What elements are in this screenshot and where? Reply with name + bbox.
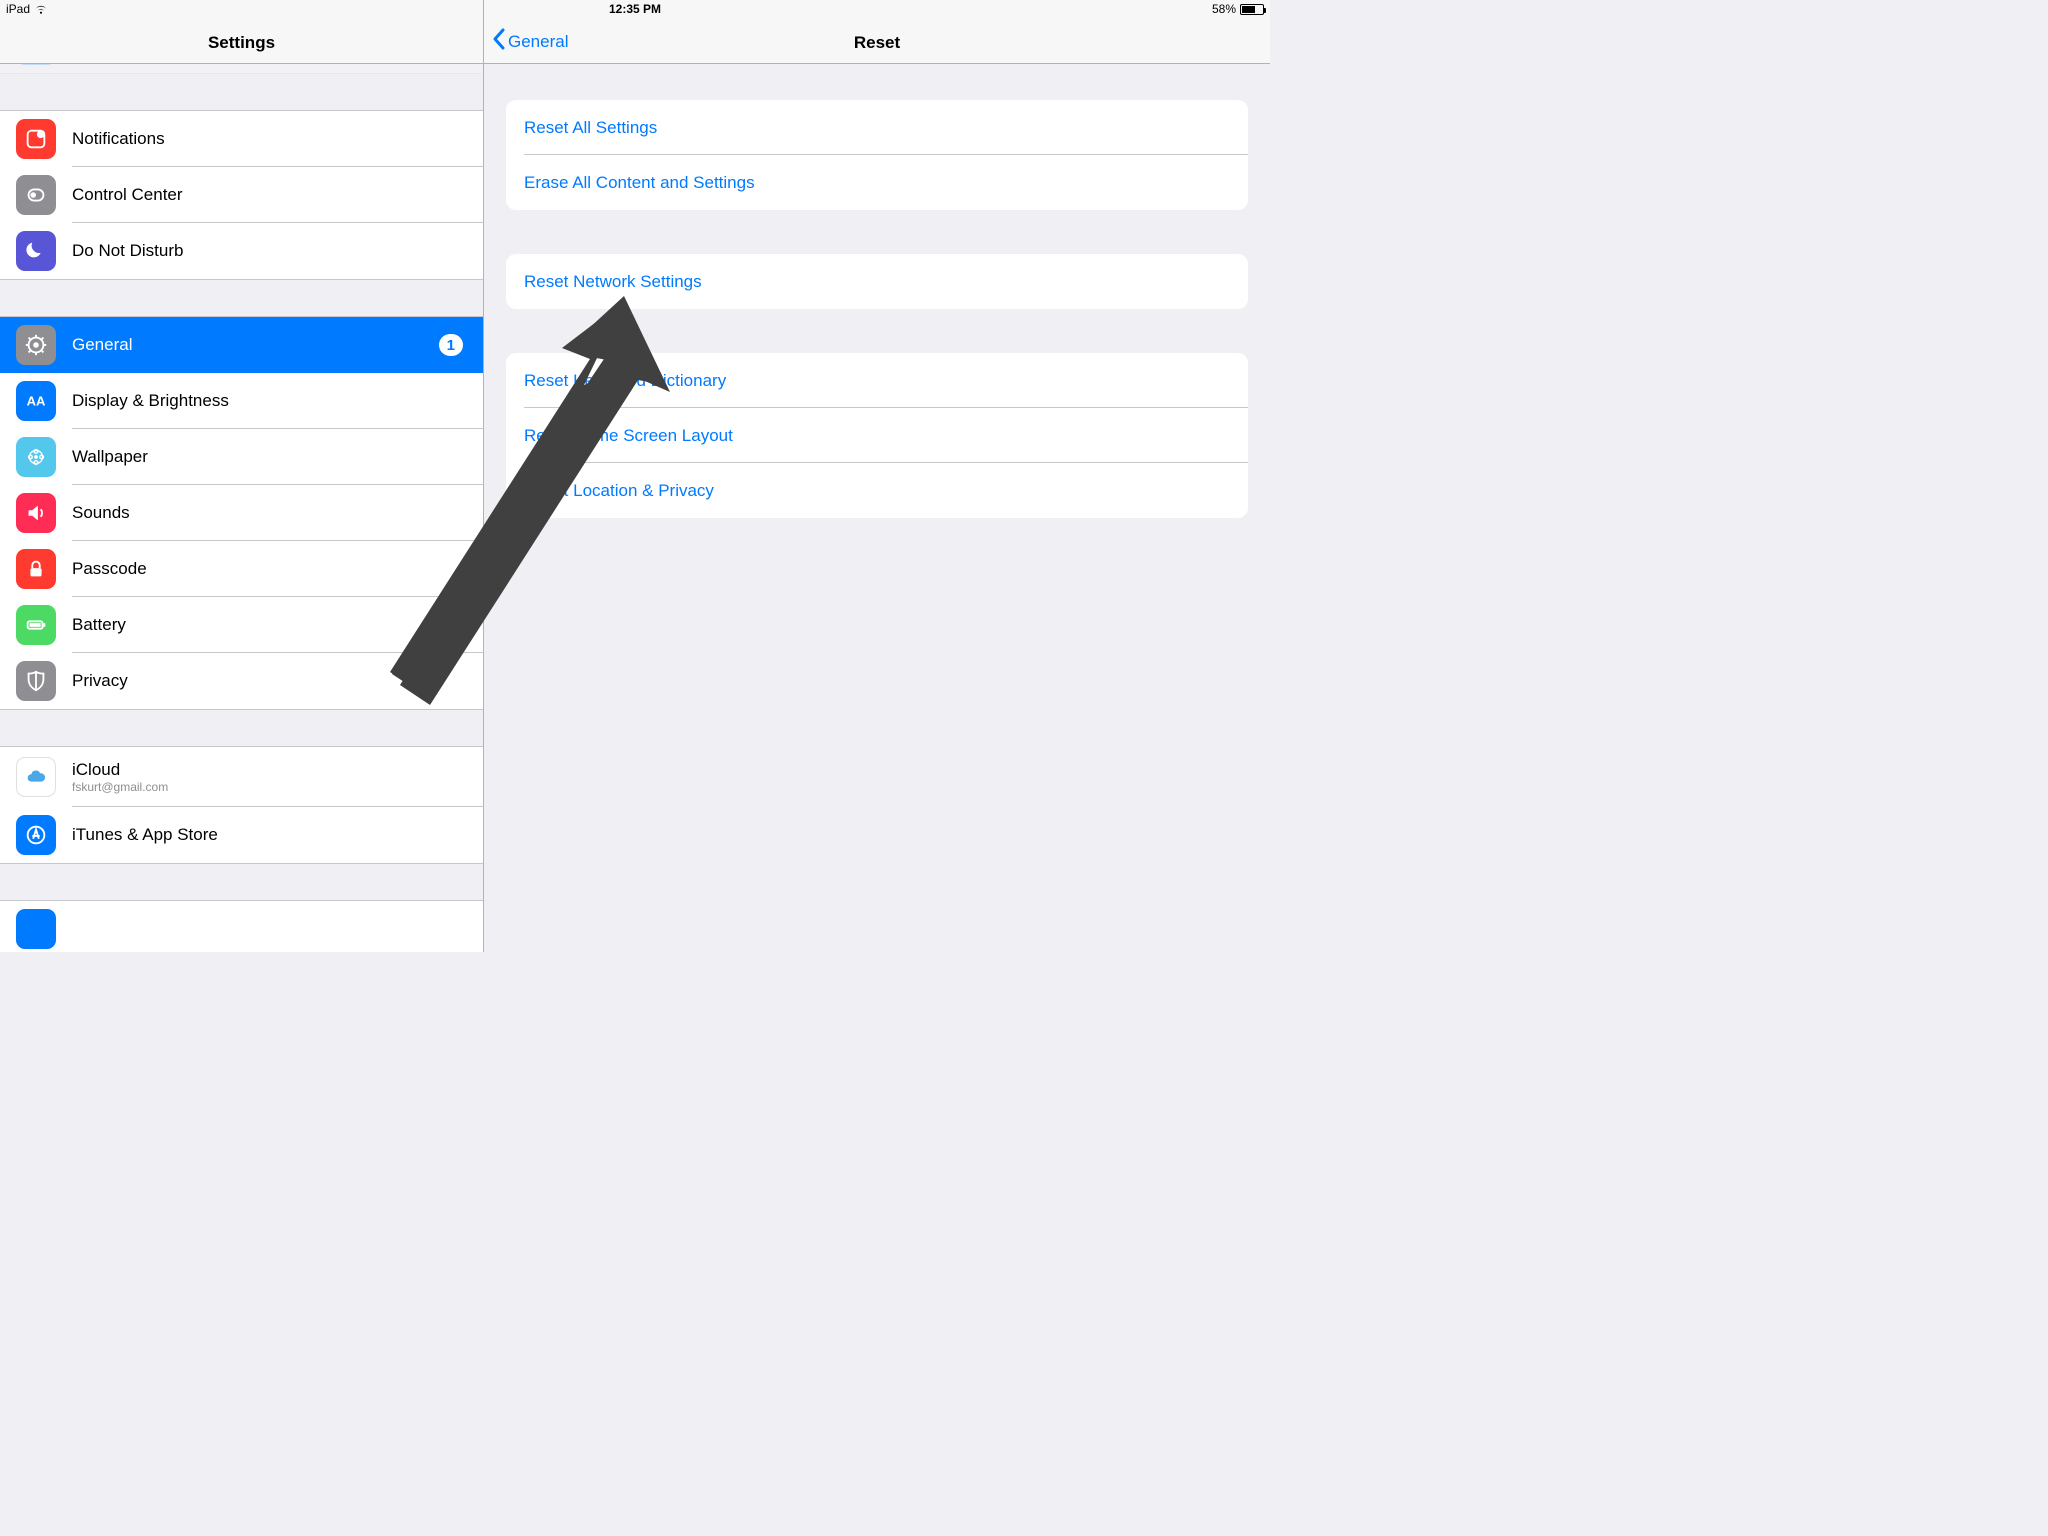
reset-home-row[interactable]: Reset Home Screen Layout (506, 408, 1248, 463)
svg-text:AA: AA (27, 394, 46, 409)
sidebar-item-label: iTunes & App Store (72, 825, 483, 845)
detail-pane: General Reset Reset All Settings Erase A… (484, 0, 1270, 952)
back-label: General (508, 32, 568, 52)
chevron-left-icon (492, 28, 506, 55)
sidebar-item-icloud[interactable]: iCloud fskurt@gmail.com (0, 747, 483, 807)
sidebar-item-label: Notifications (72, 129, 483, 149)
sidebar-item-notifications[interactable]: Notifications (0, 111, 483, 167)
screen: iPad 12:35 PM 58% Wi-Fi superhero (0, 0, 1270, 952)
panel-row-label: Reset Keyboard Dictionary (524, 371, 726, 391)
lock-icon (16, 549, 56, 589)
sidebar-item-label: Control Center (72, 185, 483, 205)
sidebar-item-label: Privacy (72, 671, 483, 691)
battery-icon (1240, 4, 1264, 15)
sidebar-item-privacy[interactable]: Privacy (0, 653, 483, 709)
sidebar-item-sounds[interactable]: Sounds (0, 485, 483, 541)
settings-sidebar: Wi-Fi superhero Bluetooth Off Noti (0, 0, 484, 952)
battery-icon (16, 605, 56, 645)
reset-keyboard-row[interactable]: Reset Keyboard Dictionary (506, 353, 1248, 408)
status-bar: iPad 12:35 PM 58% (0, 0, 1270, 20)
sidebar-item-label: General (72, 335, 439, 355)
sidebar-item-wallpaper[interactable]: Wallpaper (0, 429, 483, 485)
panel-row-label: Reset Network Settings (524, 272, 702, 292)
reset-group-2: Reset Network Settings (506, 254, 1248, 309)
reset-location-row[interactable]: Reset Location & Privacy (506, 463, 1248, 518)
panel-row-label: Erase All Content and Settings (524, 173, 755, 193)
sidebar-item-dnd[interactable]: Do Not Disturb (0, 223, 483, 279)
reset-group-1: Reset All Settings Erase All Content and… (506, 100, 1248, 210)
sidebar-item-battery[interactable]: Battery (0, 597, 483, 653)
dnd-icon (16, 231, 56, 271)
gear-icon (16, 325, 56, 365)
panel-row-label: Reset All Settings (524, 118, 657, 138)
sidebar-item-label: Sounds (72, 503, 483, 523)
sidebar-item-label: Display & Brightness (72, 391, 483, 411)
status-right: 58% (1212, 2, 1264, 16)
sidebar-item-subtitle: fskurt@gmail.com (72, 780, 168, 794)
wallpaper-icon (16, 437, 56, 477)
privacy-icon (16, 661, 56, 701)
reset-all-settings-row[interactable]: Reset All Settings (506, 100, 1248, 155)
display-icon: AA (16, 381, 56, 421)
detail-title: Reset (854, 33, 900, 53)
icloud-icon (16, 757, 56, 797)
sounds-icon (16, 493, 56, 533)
sidebar-item-label: Do Not Disturb (72, 241, 483, 261)
sidebar-item-label: Battery (72, 615, 483, 635)
wifi-icon (34, 4, 48, 14)
sidebar-item-label: iCloud (72, 760, 168, 780)
sidebar-item-display[interactable]: AA Display & Brightness (0, 373, 483, 429)
sidebar-group-2: General 1 AA Display & Brightness Wallpa… (0, 316, 483, 710)
status-time: 12:35 PM (609, 2, 661, 16)
reset-group-3: Reset Keyboard Dictionary Reset Home Scr… (506, 353, 1248, 518)
unknown-icon (16, 909, 56, 949)
badge: 1 (439, 334, 463, 356)
control-center-icon (16, 175, 56, 215)
appstore-icon (16, 815, 56, 855)
sidebar-item-label: Wallpaper (72, 447, 483, 467)
detail-body: Reset All Settings Erase All Content and… (484, 100, 1270, 518)
sidebar-group-3: iCloud fskurt@gmail.com iTunes & App Sto… (0, 746, 483, 864)
notifications-icon (16, 119, 56, 159)
sidebar-item-general[interactable]: General 1 (0, 317, 483, 373)
panel-row-label: Reset Home Screen Layout (524, 426, 733, 446)
sidebar-group-1: Notifications Control Center Do Not Dist… (0, 110, 483, 280)
sidebar-item-peek[interactable] (0, 901, 483, 952)
back-button[interactable]: General (492, 28, 568, 55)
sidebar-item-passcode[interactable]: Passcode (0, 541, 483, 597)
sidebar-item-label: Passcode (72, 559, 483, 579)
battery-percent: 58% (1212, 2, 1236, 16)
sidebar-item-control-center[interactable]: Control Center (0, 167, 483, 223)
carrier-label: iPad (6, 2, 30, 16)
reset-network-row[interactable]: Reset Network Settings (506, 254, 1248, 309)
sidebar-title: Settings (208, 33, 275, 53)
status-left: iPad (6, 2, 48, 16)
erase-all-row[interactable]: Erase All Content and Settings (506, 155, 1248, 210)
sidebar-group-4-peek (0, 900, 483, 952)
sidebar-item-itunes[interactable]: iTunes & App Store (0, 807, 483, 863)
panel-row-label: Reset Location & Privacy (524, 481, 714, 501)
